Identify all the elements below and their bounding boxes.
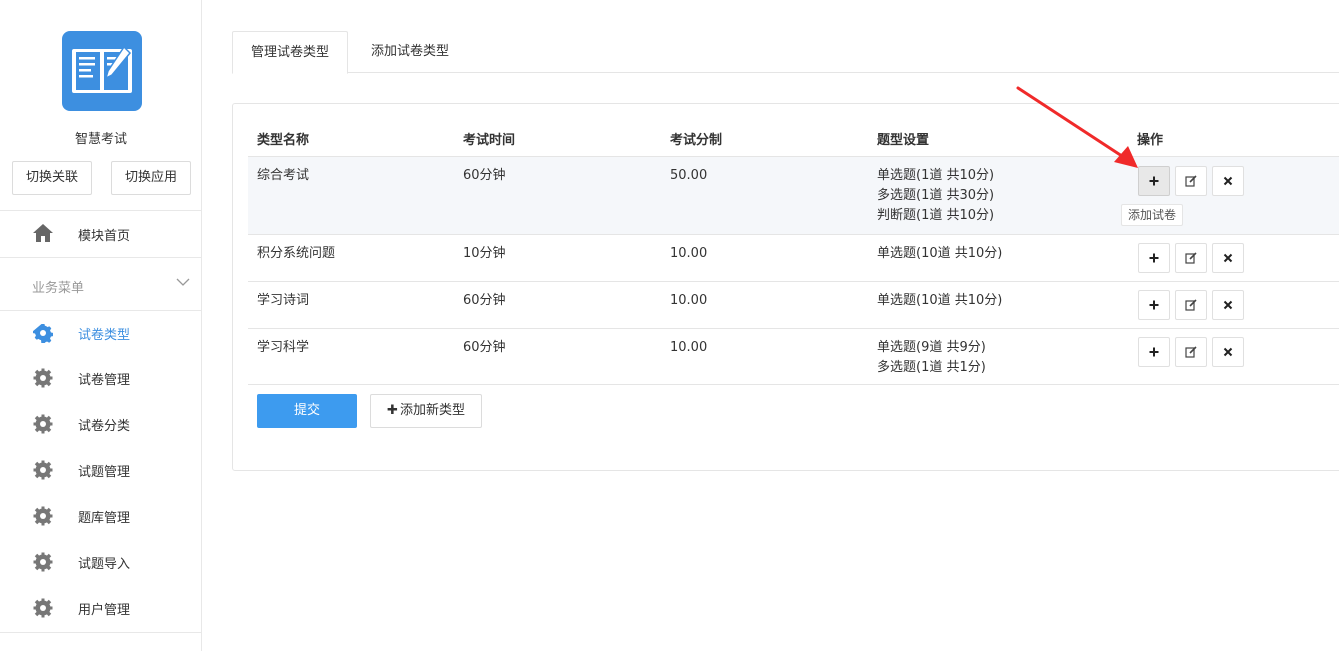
sidebar-item-question-bank[interactable]: 题库管理 bbox=[0, 493, 201, 539]
table-row: 学习诗词 60分钟 10.00 单选题(10道 共10分) bbox=[248, 281, 1339, 328]
add-new-type-button[interactable]: ✚ 添加新类型 bbox=[370, 394, 482, 428]
add-paper-button[interactable] bbox=[1138, 243, 1170, 273]
cell-time: 10分钟 bbox=[463, 246, 506, 261]
cell-question-types: 单选题(9道 共9分) 多选题(1道 共1分) bbox=[877, 338, 986, 378]
sidebar-item-question-management[interactable]: 试题管理 bbox=[0, 447, 201, 493]
edit-icon bbox=[1185, 175, 1197, 187]
cell-name: 积分系统问题 bbox=[257, 246, 336, 261]
question-type-line: 单选题(1道 共10分) bbox=[877, 168, 995, 183]
close-icon bbox=[1223, 176, 1233, 186]
plus-icon bbox=[1149, 176, 1159, 186]
sidebar-item-label: 试题导入 bbox=[78, 557, 131, 572]
paper-type-table-panel: 类型名称 考试时间 考试分制 题型设置 操作 综合考试 60分钟 50.00 单… bbox=[232, 103, 1339, 471]
sidebar-item-label: 试卷管理 bbox=[78, 373, 131, 388]
sidebar-item-paper-management[interactable]: 试卷管理 bbox=[0, 355, 201, 401]
delete-button[interactable] bbox=[1212, 290, 1244, 320]
tab-bar: 管理试卷类型 添加试卷类型 bbox=[232, 31, 1339, 74]
nav-home[interactable]: 模块首页 bbox=[0, 211, 201, 257]
plus-icon bbox=[1149, 347, 1159, 357]
question-type-line: 多选题(1道 共30分) bbox=[877, 188, 995, 203]
gear-icon bbox=[33, 598, 53, 622]
menu-group-title: 业务菜单 bbox=[32, 281, 85, 296]
edit-icon bbox=[1185, 299, 1197, 311]
gear-icon bbox=[32, 323, 54, 347]
add-new-type-label: 添加新类型 bbox=[399, 403, 465, 418]
delete-button[interactable] bbox=[1212, 166, 1244, 196]
gear-icon bbox=[33, 414, 53, 438]
divider bbox=[0, 632, 201, 633]
nav-home-label: 模块首页 bbox=[78, 229, 131, 244]
column-header-question-types: 题型设置 bbox=[877, 133, 930, 148]
cell-score: 50.00 bbox=[670, 168, 708, 183]
sidebar-item-paper-category[interactable]: 试卷分类 bbox=[0, 401, 201, 447]
submit-button[interactable]: 提交 bbox=[257, 394, 357, 428]
close-icon bbox=[1223, 300, 1233, 310]
sidebar-item-label: 试卷分类 bbox=[78, 419, 131, 434]
column-header-score: 考试分制 bbox=[670, 133, 723, 148]
cell-score: 10.00 bbox=[670, 340, 708, 355]
app-name: 智慧考试 bbox=[74, 132, 127, 147]
home-icon bbox=[32, 223, 54, 247]
table-row: 学习科学 60分钟 10.00 单选题(9道 共9分) 多选题(1道 共1分) bbox=[248, 328, 1339, 385]
sidebar-item-question-import[interactable]: 试题导入 bbox=[0, 539, 201, 585]
gear-icon bbox=[33, 506, 53, 530]
close-icon bbox=[1223, 347, 1233, 357]
chevron-down-icon bbox=[176, 276, 190, 291]
question-type-line: 单选题(10道 共10分) bbox=[877, 246, 1003, 261]
sidebar-item-user-management[interactable]: 用户管理 bbox=[0, 585, 201, 631]
cell-question-types: 单选题(10道 共10分) bbox=[877, 244, 1002, 264]
cell-time: 60分钟 bbox=[463, 168, 506, 183]
add-paper-tooltip: 添加试卷 bbox=[1121, 204, 1184, 226]
edit-icon bbox=[1185, 346, 1197, 358]
menu-group-header[interactable]: 业务菜单 bbox=[0, 258, 201, 310]
edit-button[interactable] bbox=[1175, 166, 1207, 196]
delete-button[interactable] bbox=[1212, 337, 1244, 367]
question-type-line: 单选题(9道 共9分) bbox=[877, 340, 986, 355]
cell-question-types: 单选题(10道 共10分) bbox=[877, 291, 1002, 311]
plus-icon bbox=[1149, 300, 1159, 310]
gear-icon bbox=[33, 460, 53, 484]
plus-icon bbox=[1149, 253, 1159, 263]
gear-icon bbox=[33, 368, 53, 392]
annotation-arrow-icon bbox=[1016, 86, 1138, 168]
table-row: 积分系统问题 10分钟 10.00 单选题(10道 共10分) bbox=[248, 234, 1339, 281]
cell-score: 10.00 bbox=[670, 246, 708, 261]
sidebar-item-label: 题库管理 bbox=[78, 511, 131, 526]
question-type-line: 多选题(1道 共1分) bbox=[877, 360, 986, 375]
question-type-line: 单选题(10道 共10分) bbox=[877, 293, 1003, 308]
edit-icon bbox=[1185, 252, 1197, 264]
sidebar-item-label: 用户管理 bbox=[78, 603, 131, 618]
tab-manage-paper-types[interactable]: 管理试卷类型 bbox=[232, 31, 348, 74]
cell-score: 10.00 bbox=[670, 293, 708, 308]
column-header-name: 类型名称 bbox=[257, 133, 310, 148]
plus-icon: ✚ bbox=[387, 403, 398, 418]
cell-name: 学习科学 bbox=[257, 340, 310, 355]
sidebar-item-label: 试卷类型 bbox=[78, 328, 131, 343]
delete-button[interactable] bbox=[1212, 243, 1244, 273]
app-logo bbox=[62, 31, 142, 111]
edit-button[interactable] bbox=[1175, 290, 1207, 320]
question-type-line: 判断题(1道 共10分) bbox=[877, 208, 995, 223]
gear-icon bbox=[33, 552, 53, 576]
column-header-time: 考试时间 bbox=[463, 133, 516, 148]
edit-button[interactable] bbox=[1175, 243, 1207, 273]
switch-link-button[interactable]: 切换关联 bbox=[12, 161, 92, 195]
add-paper-button[interactable] bbox=[1138, 290, 1170, 320]
sidebar-item-paper-types[interactable]: 试卷类型 bbox=[0, 310, 201, 356]
switch-app-button[interactable]: 切换应用 bbox=[111, 161, 191, 195]
sidebar-item-label: 试题管理 bbox=[78, 465, 131, 480]
cell-name: 综合考试 bbox=[257, 168, 310, 183]
book-pen-icon bbox=[72, 45, 132, 93]
cell-question-types: 单选题(1道 共10分) 多选题(1道 共30分) 判断题(1道 共10分) bbox=[877, 166, 994, 226]
cell-time: 60分钟 bbox=[463, 340, 506, 355]
cell-time: 60分钟 bbox=[463, 293, 506, 308]
sidebar: 智慧考试 切换关联 切换应用 模块首页 业务菜单 试卷类型 试卷管理 试卷分类 … bbox=[0, 0, 202, 651]
tab-add-paper-type[interactable]: 添加试卷类型 bbox=[350, 31, 470, 73]
close-icon bbox=[1223, 253, 1233, 263]
edit-button[interactable] bbox=[1175, 337, 1207, 367]
add-paper-button[interactable] bbox=[1138, 337, 1170, 367]
cell-name: 学习诗词 bbox=[257, 293, 310, 308]
